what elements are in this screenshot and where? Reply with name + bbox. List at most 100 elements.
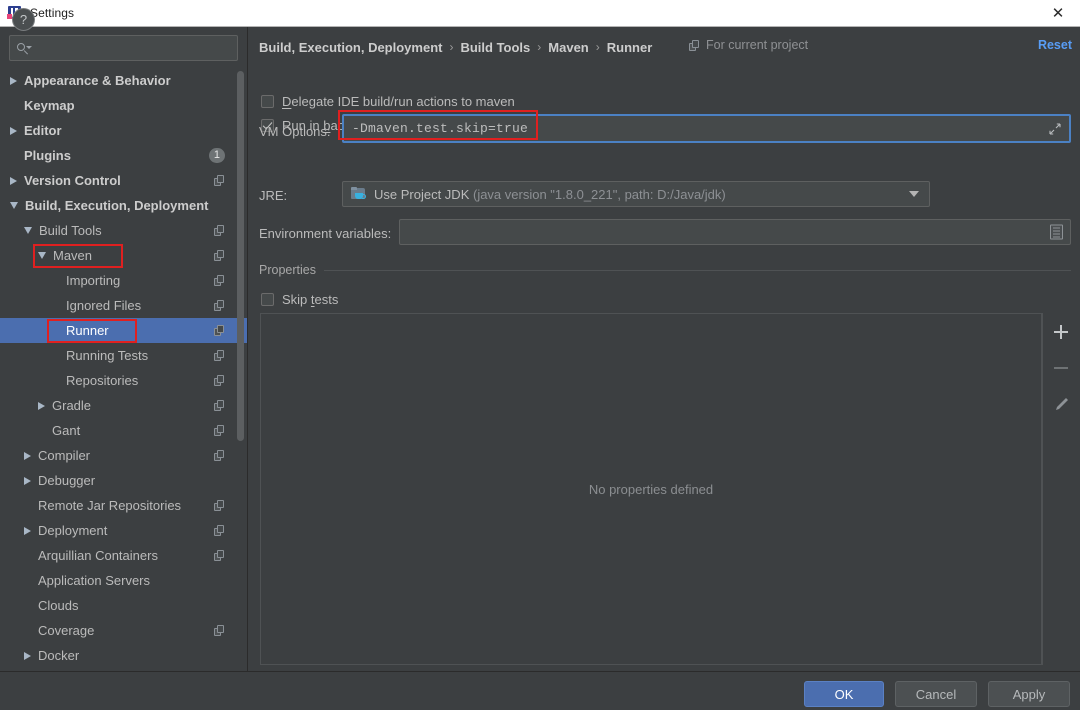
properties-toolbar [1042, 313, 1079, 665]
project-scope-icon [214, 550, 226, 562]
sidebar-item-arquillian-containers[interactable]: Arquillian Containers [0, 543, 247, 568]
sidebar-scrollbar-thumb[interactable] [237, 71, 244, 441]
sidebar-item-running-tests[interactable]: Running Tests [0, 343, 247, 368]
sidebar-item-maven[interactable]: Maven [0, 243, 247, 268]
sidebar-item-compiler[interactable]: Compiler [0, 443, 247, 468]
sidebar-item-remote-jar-repositories[interactable]: Remote Jar Repositories [0, 493, 247, 518]
chevron-right-icon[interactable] [24, 526, 31, 535]
skip-tests-checkbox[interactable] [261, 293, 274, 306]
settings-sidebar: Appearance & Behavior Keymap Editor Plugins… [0, 27, 248, 671]
chevron-down-icon[interactable] [38, 252, 46, 259]
sidebar-item-label: Plugins [24, 148, 71, 163]
chevron-down-icon[interactable] [24, 227, 32, 234]
chevron-right-icon[interactable] [10, 76, 17, 85]
sidebar-item-clouds[interactable]: Clouds [0, 593, 247, 618]
vm-options-value: -Dmaven.test.skip=true [352, 121, 529, 136]
project-scope-icon [214, 250, 226, 262]
sidebar-item-badge: 1 [208, 148, 225, 163]
help-button[interactable]: ? [12, 8, 35, 31]
close-icon[interactable]: ✕ [1036, 0, 1080, 27]
project-scope-icon [214, 325, 226, 337]
scope-note-label: For current project [706, 38, 809, 52]
project-scope-icon [214, 450, 226, 462]
environment-variables-field[interactable] [399, 219, 1071, 245]
sidebar-item-ignored-files[interactable]: Ignored Files [0, 293, 247, 318]
reset-link[interactable]: Reset [1038, 38, 1072, 52]
sidebar-item-label: Keymap [24, 98, 75, 113]
sidebar-item-label: Deployment [38, 523, 108, 538]
vm-options-field[interactable]: -Dmaven.test.skip=true [342, 114, 1071, 143]
sidebar-item-docker[interactable]: Docker [0, 643, 247, 668]
ok-button[interactable]: OK [804, 681, 884, 707]
title-bar: Settings ✕ [0, 0, 1080, 27]
sidebar-item-importing[interactable]: Importing [0, 268, 247, 293]
chevron-right-icon[interactable] [38, 401, 45, 410]
sidebar-item-label: Maven [53, 248, 93, 263]
sidebar-item-gant[interactable]: Gant [0, 418, 247, 443]
sidebar-item-label: Gradle [52, 398, 92, 413]
breadcrumb-item[interactable]: Build, Execution, Deployment [259, 40, 442, 55]
sidebar-item-label: Remote Jar Repositories [38, 498, 182, 513]
search-box[interactable] [9, 35, 238, 61]
sidebar-item-label: Gant [52, 423, 81, 438]
sidebar-item-label: Version Control [24, 173, 121, 188]
properties-empty-text: No properties defined [588, 481, 714, 497]
chevron-right-icon[interactable] [10, 176, 17, 185]
cancel-button[interactable]: Cancel [895, 681, 977, 707]
chevron-down-icon[interactable] [10, 202, 18, 209]
browse-list-icon[interactable] [1050, 224, 1063, 240]
sidebar-item-build-execution-deployment[interactable]: Build, Execution, Deployment [0, 193, 247, 218]
breadcrumb-separator: › [449, 40, 454, 54]
project-scope-icon [214, 625, 226, 637]
expand-arrows-icon[interactable] [1049, 122, 1061, 135]
sidebar-item-label: Docker [38, 648, 80, 663]
breadcrumb-item[interactable]: Maven [548, 40, 588, 55]
search-input[interactable] [34, 41, 237, 55]
skip-tests-checkbox-row[interactable]: Skip tests [261, 292, 338, 307]
sidebar-item-version-control[interactable]: Version Control [0, 168, 247, 193]
sidebar-item-editor[interactable]: Editor [0, 118, 247, 143]
chevron-right-icon[interactable] [24, 651, 31, 660]
sidebar-scrollbar[interactable] [237, 71, 244, 621]
breadcrumb-item[interactable]: Build Tools [460, 40, 530, 55]
sidebar-item-plugins[interactable]: Plugins 1 [0, 143, 247, 168]
delegate-ide-build-checkbox-row[interactable]: Delegate IDE build/run actions to maven [261, 94, 515, 109]
add-property-button[interactable] [1050, 321, 1072, 343]
sidebar-item-gradle[interactable]: Gradle [0, 393, 247, 418]
jdk-folder-icon [351, 187, 367, 201]
jre-combobox[interactable]: Use Project JDK (java version "1.8.0_221… [342, 181, 930, 207]
apply-button[interactable]: Apply [988, 681, 1070, 707]
edit-property-button[interactable] [1050, 393, 1072, 415]
breadcrumb-item: Runner [606, 39, 653, 55]
sidebar-item-runner[interactable]: Runner [0, 318, 247, 343]
sidebar-item-coverage[interactable]: Coverage [0, 618, 247, 643]
chevron-right-icon[interactable] [24, 451, 31, 460]
sidebar-item-label: Compiler [38, 448, 91, 463]
environment-variables-label: Environment variables: [259, 226, 392, 241]
sidebar-item-label: Appearance & Behavior [24, 73, 171, 88]
delegate-ide-build-checkbox[interactable] [261, 95, 274, 108]
properties-table[interactable]: No properties defined [260, 313, 1042, 665]
sidebar-item-repositories[interactable]: Repositories [0, 368, 247, 393]
project-scope-icon [214, 425, 226, 437]
project-scope-icon [214, 400, 226, 412]
chevron-down-icon[interactable] [909, 191, 919, 197]
settings-dialog: Settings ✕ Appearance & Behavior Keymap Ed… [0, 0, 1080, 710]
sidebar-item-label: Application Servers [38, 573, 150, 588]
sidebar-item-application-servers[interactable]: Application Servers [0, 568, 247, 593]
vm-options-label: VM Options: [259, 124, 331, 139]
chevron-right-icon[interactable] [10, 126, 17, 135]
settings-tree: Appearance & Behavior Keymap Editor Plugins… [0, 68, 247, 671]
sidebar-item-label: Debugger [38, 473, 96, 488]
sidebar-item-appearance-behavior[interactable]: Appearance & Behavior [0, 68, 247, 93]
project-scope-icon [214, 225, 226, 237]
sidebar-item-build-tools[interactable]: Build Tools [0, 218, 247, 243]
sidebar-item-keymap[interactable]: Keymap [0, 93, 247, 118]
sidebar-item-debugger[interactable]: Debugger [0, 468, 247, 493]
breadcrumb-separator: › [595, 40, 600, 54]
chevron-right-icon[interactable] [24, 476, 31, 485]
sidebar-item-label: Repositories [66, 373, 139, 388]
sidebar-item-deployment[interactable]: Deployment [0, 518, 247, 543]
project-scope-icon [214, 500, 226, 512]
window-title: Settings [30, 6, 75, 20]
